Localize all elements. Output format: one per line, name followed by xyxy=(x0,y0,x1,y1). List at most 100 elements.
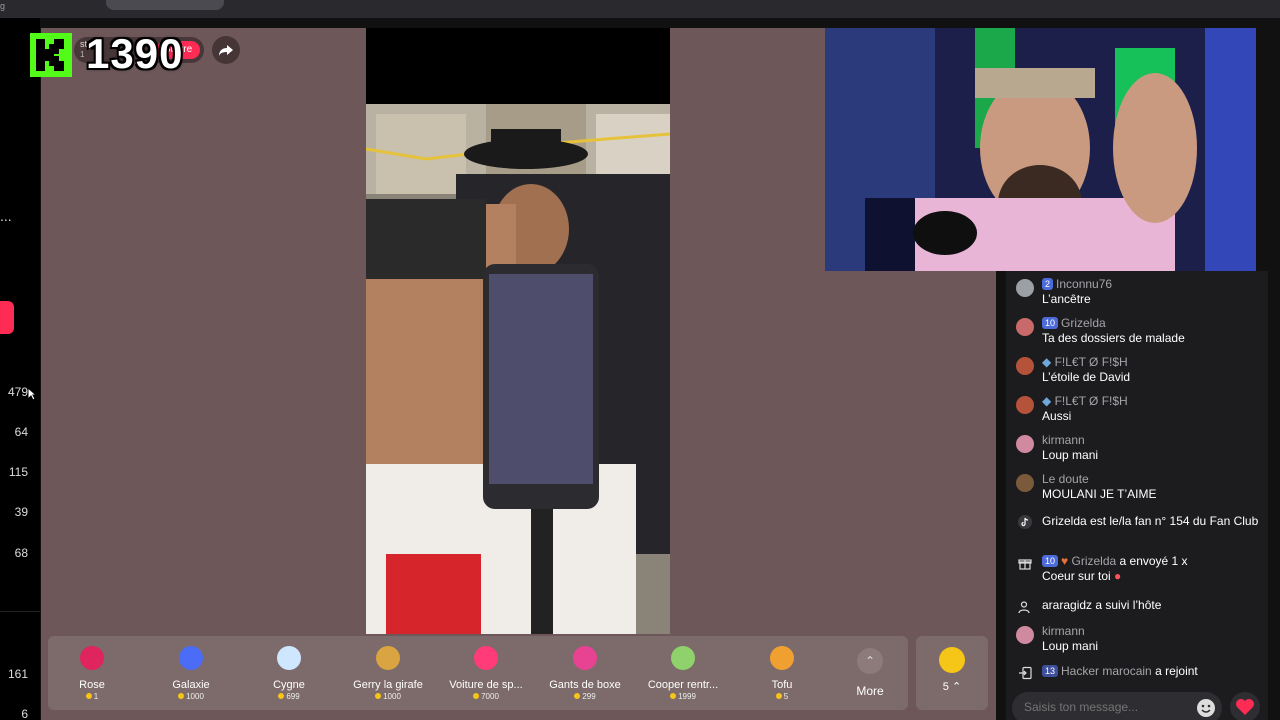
chat-username[interactable]: F!L€T Ø F!$H xyxy=(1055,394,1128,408)
join-action: a rejoint xyxy=(1155,664,1198,678)
gift-action: a envoyé 1 x xyxy=(1119,554,1188,568)
chevron-up-icon: ⌃ xyxy=(857,648,883,674)
avatar[interactable] xyxy=(1016,318,1034,336)
gift-icon xyxy=(573,646,597,670)
level-badge: 10 xyxy=(1042,317,1059,329)
gift-item[interactable]: Voiture de sp... 7000 xyxy=(442,642,530,701)
left-rail: ... 479 64 115 39 68 161 6 xyxy=(0,18,40,720)
gift-item[interactable]: Cygne 699 xyxy=(245,642,333,701)
avatar[interactable] xyxy=(1016,357,1034,375)
coin-icon xyxy=(375,693,382,699)
chat-message[interactable]: kirmann Loup mani xyxy=(1016,433,1262,463)
coin-icon xyxy=(775,693,782,699)
follow-event[interactable]: araragidz a suivi l’hôte xyxy=(1016,598,1262,614)
gift-item[interactable]: Rose 1 xyxy=(48,642,136,701)
browser-tab[interactable] xyxy=(106,0,224,10)
gift-item[interactable]: Gants de boxe 299 xyxy=(541,642,629,701)
coin-icon xyxy=(278,693,285,699)
gift-name: Rose xyxy=(79,679,105,691)
chat-text: L’ancêtre xyxy=(1042,292,1091,306)
host-likes: 1 xyxy=(80,50,85,59)
gift-icon xyxy=(671,646,695,670)
coin-icon xyxy=(178,693,185,699)
gift-price-value: 7000 xyxy=(481,692,499,701)
like-button[interactable] xyxy=(1230,692,1260,720)
chat-message[interactable]: 2 Inconnu76 L’ancêtre xyxy=(1016,277,1262,307)
avatar[interactable] xyxy=(1016,474,1034,492)
gift-item[interactable]: Gerry la girafe 1000 xyxy=(344,642,432,701)
user-follow-icon xyxy=(1018,601,1030,614)
chat-username[interactable]: kirmann xyxy=(1042,624,1085,638)
rail-count: 68 xyxy=(14,546,28,560)
gift-icon xyxy=(179,646,203,670)
chat-text: Aussi xyxy=(1042,409,1072,423)
gift-name: Galaxie xyxy=(172,679,210,691)
gift-price: 1 xyxy=(48,692,136,701)
chat-text: Loup mani xyxy=(1042,448,1099,462)
gift-price: 1000 xyxy=(147,692,235,701)
mouse-cursor-icon xyxy=(27,387,37,401)
gift-price: 7000 xyxy=(442,692,530,701)
webcam-image xyxy=(825,28,1256,271)
gift-name: Coeur sur toi xyxy=(1042,569,1111,583)
gift-name: Cygne xyxy=(273,679,305,691)
chat-username[interactable]: kirmann xyxy=(1042,433,1085,447)
join-event[interactable]: 13 Hacker marocain a rejoint xyxy=(1016,664,1262,680)
gift-icon xyxy=(474,646,498,670)
avatar[interactable] xyxy=(1016,626,1034,644)
gift-price-value: 1999 xyxy=(678,692,696,701)
chat-username[interactable]: F!L€T Ø F!$H xyxy=(1055,355,1128,369)
chat-message[interactable]: ◆ F!L€T Ø F!$H Aussi xyxy=(1016,394,1262,424)
chat-message[interactable]: ◆ F!L€T Ø F!$H L’étoile de David xyxy=(1016,355,1262,385)
gift-bar: Rose 1 Galaxie 1000 Cygne 699 Gerry la girafe 1… xyxy=(48,636,908,710)
avatar[interactable] xyxy=(1016,396,1034,414)
chat-username[interactable]: Hacker marocain xyxy=(1061,664,1152,678)
avatar[interactable] xyxy=(1016,279,1034,297)
coin-icon xyxy=(670,693,677,699)
browser-tab-title[interactable]: g xyxy=(0,1,5,11)
gift-item[interactable]: Tofu 5 xyxy=(738,642,826,701)
chat-username[interactable]: Inconnu76 xyxy=(1056,277,1112,291)
kick-logo-icon xyxy=(30,33,72,77)
gift-name: Gants de boxe xyxy=(549,679,621,691)
gift-item[interactable]: Galaxie 1000 xyxy=(147,642,235,701)
coin-balance-button[interactable]: 5 ⌃ xyxy=(916,636,988,710)
more-options-icon[interactable]: ... xyxy=(0,208,12,224)
chat-message[interactable]: 10 Grizelda Ta des dossiers de malade xyxy=(1016,316,1262,346)
gift-name: Tofu xyxy=(771,679,793,691)
gift-item[interactable]: Cooper rentr... 1999 xyxy=(639,642,727,701)
host-video[interactable] xyxy=(366,28,670,634)
avatar[interactable] xyxy=(1016,435,1034,453)
gift-icon xyxy=(1018,559,1032,570)
chat-username[interactable]: araragidz xyxy=(1042,598,1092,612)
more-gifts-button[interactable]: ⌃ More xyxy=(848,642,892,698)
gift-name: Voiture de sp... xyxy=(449,679,523,691)
gift-name: Cooper rentr... xyxy=(647,679,719,691)
chat-text: L’étoile de David xyxy=(1042,370,1131,384)
streamer-webcam xyxy=(825,28,1256,271)
share-button[interactable] xyxy=(212,36,240,64)
chat-input[interactable] xyxy=(1024,700,1184,714)
join-icon xyxy=(1019,666,1032,680)
rail-divider xyxy=(0,611,40,612)
chat-username[interactable]: Grizelda xyxy=(1061,316,1106,330)
chat-username[interactable]: Grizelda xyxy=(1071,554,1116,568)
rail-count: 479 xyxy=(7,385,28,399)
coin-icon xyxy=(473,693,480,699)
rail-count: 39 xyxy=(14,505,28,519)
emoji-icon[interactable] xyxy=(1196,698,1216,718)
live-rail-marker[interactable] xyxy=(0,301,14,334)
chat-message[interactable]: Le doute MOULANI JE T’AIME xyxy=(1016,472,1262,502)
gift-price-value: 1 xyxy=(93,692,99,701)
browser-tab-strip: g xyxy=(0,0,1280,18)
chat-text: Loup mani xyxy=(1042,639,1099,653)
chat-username[interactable]: Le doute xyxy=(1042,472,1089,486)
chat-message[interactable]: kirmann Loup mani xyxy=(1016,624,1262,654)
gift-price-value: 699 xyxy=(286,692,300,701)
rail-count: 64 xyxy=(14,425,28,439)
chat-input-box[interactable] xyxy=(1012,692,1222,720)
gift-event[interactable]: 10 ♥ Grizelda a envoyé 1 x Coeur sur toi … xyxy=(1016,554,1262,584)
share-icon xyxy=(219,45,233,56)
chat-text: Ta des dossiers de malade xyxy=(1042,331,1185,345)
fanclub-text: Grizelda est le/la fan n° 154 du Fan Clu… xyxy=(1042,514,1259,528)
